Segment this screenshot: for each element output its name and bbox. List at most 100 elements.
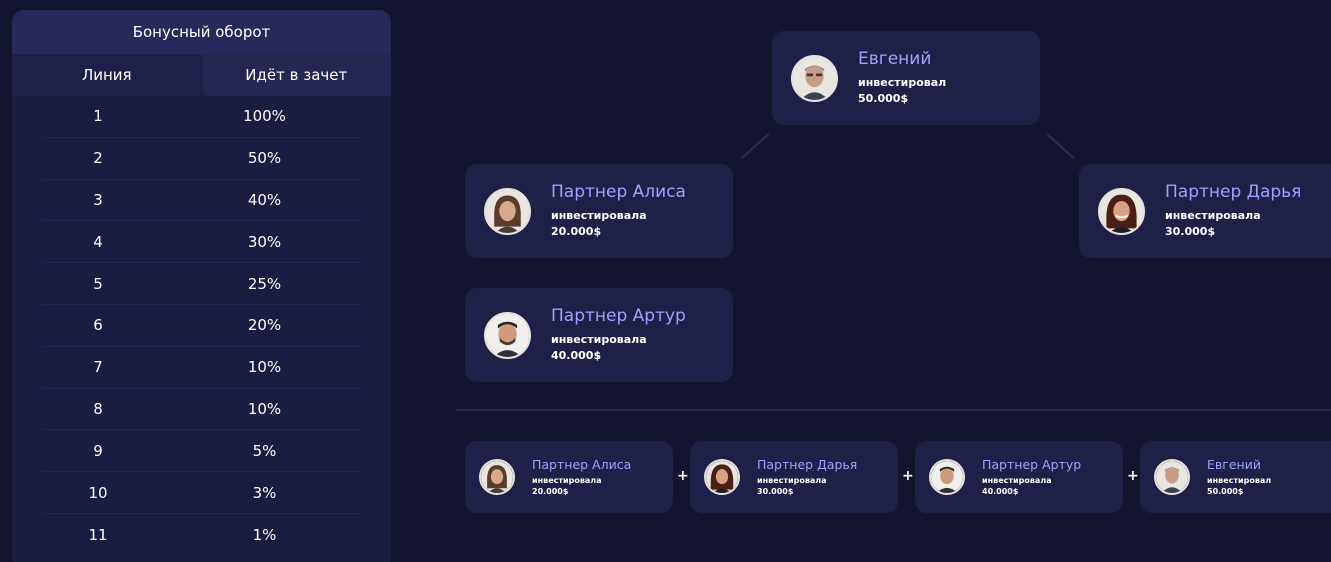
line-cell: 11: [88, 525, 108, 544]
line-cell: 6: [93, 316, 103, 335]
partner-info: Партнер Артур инвестировала 40.000$: [982, 457, 1081, 497]
tree-connector-right: [1046, 133, 1075, 159]
percent-cell: 10%: [247, 358, 282, 377]
percent-cell: 1%: [252, 525, 277, 544]
partner-name: Партнер Артур: [982, 457, 1082, 472]
partner-name: Партнер Дарья: [757, 457, 858, 472]
avatar: [484, 187, 531, 235]
partner-action: инвестировала: [532, 476, 602, 485]
person-icon: [793, 56, 836, 100]
avatar: [1098, 187, 1145, 235]
percent-cell: 50%: [247, 149, 282, 168]
partner-amount: 50.000$: [858, 92, 909, 105]
column-header-credit: Идёт в зачет: [201, 54, 391, 96]
partner-action: инвестировал: [858, 76, 947, 89]
avatar: [704, 459, 740, 495]
partner-info: Партнер Дарья инвестировала 30.000$: [757, 457, 857, 497]
partner-action: инвестировал: [1207, 476, 1272, 485]
avatar: [929, 459, 965, 495]
line-cell: 10: [88, 483, 108, 502]
partner-amount: 20.000$: [551, 225, 602, 238]
percent-cell: 3%: [252, 483, 277, 502]
partner-action: инвестировала: [551, 209, 647, 222]
partner-action: инвестировала: [1165, 209, 1261, 222]
line-cell: 8: [93, 399, 103, 418]
line-cell: 7: [93, 358, 103, 377]
line-cell: 9: [93, 441, 103, 460]
line-cell: 1: [93, 107, 103, 126]
partner-amount: 30.000$: [757, 487, 794, 496]
partner-info: Партнер Алиса инвестировала 20.000$: [551, 182, 686, 240]
line-cell: 3: [93, 190, 103, 209]
person-icon: [486, 313, 529, 357]
line-cell: 2: [93, 149, 103, 168]
percent-cell: 40%: [247, 190, 282, 209]
partner-amount: 40.000$: [982, 487, 1019, 496]
sum-card-alisa[interactable]: Партнер Алиса инвестировала 20.000$: [465, 441, 673, 513]
partner-amount: 30.000$: [1165, 225, 1216, 238]
table-row: 7 10%: [42, 347, 361, 389]
plus-sign: +: [902, 468, 914, 484]
plus-sign: +: [1127, 468, 1139, 484]
partner-name: Партнер Алиса: [532, 457, 632, 472]
partner-card-daria[interactable]: Партнер Дарья инвестировала 30.000$: [1079, 164, 1331, 258]
partner-card-artur[interactable]: Партнер Артур инвестировала 40.000$: [465, 288, 733, 382]
partner-info: Евгений инвестировал 50.000$: [858, 49, 946, 107]
partner-info: Евгений инвестировал 50.000$: [1207, 457, 1271, 497]
column-header-line: Линия: [12, 54, 202, 96]
person-icon: [706, 461, 738, 493]
line-cell: 5: [93, 274, 103, 293]
partner-info: Партнер Алиса инвестировала 20.000$: [532, 457, 631, 497]
table-row: 5 25%: [42, 263, 361, 305]
tree-connector-left: [741, 133, 770, 159]
person-icon: [486, 189, 529, 233]
line-cell: 4: [93, 232, 103, 251]
partner-info: Партнер Артур инвестировала 40.000$: [551, 306, 686, 364]
person-icon: [1156, 461, 1188, 493]
table-row: 1 100%: [42, 96, 361, 138]
partner-name: Партнер Артур: [551, 306, 686, 326]
avatar: [1154, 459, 1190, 495]
person-icon: [1100, 189, 1143, 233]
bonus-table-header: Линия Идёт в зачет: [12, 54, 391, 96]
table-row: 10 3%: [42, 472, 361, 514]
table-row: 8 10%: [42, 389, 361, 431]
partner-name: Евгений: [858, 49, 932, 69]
table-row: 6 20%: [42, 305, 361, 347]
sum-card-evgeniy[interactable]: Евгений инвестировал 50.000$: [1140, 441, 1331, 513]
percent-cell: 25%: [247, 274, 282, 293]
bonus-table-body: 1 100% 2 50% 3 40% 4 30% 5 25% 6 20% 7 10% 8 10%…: [12, 96, 391, 556]
avatar: [484, 311, 531, 359]
plus-sign: +: [677, 468, 689, 484]
partner-info: Партнер Дарья инвестировала 30.000$: [1165, 182, 1301, 240]
section-divider: [456, 409, 1331, 411]
percent-cell: 10%: [247, 399, 282, 418]
percent-cell: 5%: [252, 441, 277, 460]
partner-name: Евгений: [1207, 457, 1261, 472]
percent-cell: 30%: [247, 232, 282, 251]
percent-cell: 100%: [243, 107, 286, 126]
partner-action: инвестировала: [757, 476, 827, 485]
table-row: 3 40%: [42, 180, 361, 222]
person-icon: [481, 461, 513, 493]
partner-card-alisa[interactable]: Партнер Алиса инвестировала 20.000$: [465, 164, 733, 258]
partner-amount: 20.000$: [532, 487, 569, 496]
partner-action: инвестировала: [982, 476, 1052, 485]
partner-amount: 40.000$: [551, 349, 602, 362]
table-row: 11 1%: [42, 514, 361, 556]
avatar: [479, 459, 515, 495]
percent-cell: 20%: [247, 316, 282, 335]
bonus-table-title: Бонусный оборот: [12, 10, 391, 54]
partner-action: инвестировала: [551, 333, 647, 346]
person-icon: [931, 461, 963, 493]
partner-amount: 50.000$: [1207, 487, 1244, 496]
bonus-table: Бонусный оборот Линия Идёт в зачет 1 100%…: [12, 10, 391, 562]
partner-name: Партнер Дарья: [1165, 182, 1302, 202]
partner-card-root[interactable]: Евгений инвестировал 50.000$: [772, 31, 1040, 125]
avatar: [791, 54, 838, 102]
sum-card-daria[interactable]: Партнер Дарья инвестировала 30.000$: [690, 441, 898, 513]
sum-card-artur[interactable]: Партнер Артур инвестировала 40.000$: [915, 441, 1123, 513]
table-row: 2 50%: [42, 138, 361, 180]
table-row: 9 5%: [42, 430, 361, 473]
partner-name: Партнер Алиса: [551, 182, 686, 202]
